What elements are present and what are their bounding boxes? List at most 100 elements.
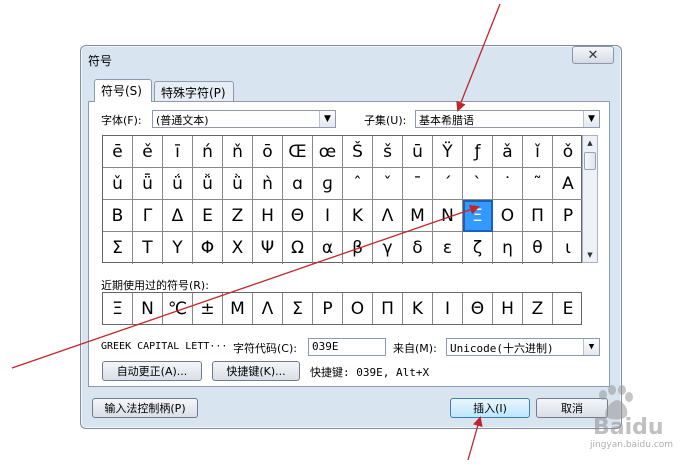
font-select[interactable]: (普通文本) ▼ [152, 110, 336, 128]
symbol-cell[interactable]: ń [193, 136, 223, 168]
symbol-cell[interactable]: γ [373, 232, 403, 264]
symbol-cell[interactable]: ǔ [103, 168, 133, 200]
symbol-cell[interactable]: Ζ [223, 200, 253, 232]
recent-symbol-cell[interactable]: Ζ [523, 293, 553, 324]
symbol-cell[interactable]: Ρ [553, 200, 583, 232]
recent-symbol-cell[interactable]: ℃ [163, 293, 193, 324]
symbol-cell[interactable]: Ν [433, 200, 463, 232]
symbol-cell[interactable]: Η [253, 200, 283, 232]
symbol-cell[interactable]: Γ [133, 200, 163, 232]
symbol-cell[interactable]: ˜ [523, 168, 553, 200]
symbol-cell[interactable]: ň [223, 136, 253, 168]
symbol-cell[interactable]: ǒ [553, 136, 583, 168]
symbol-cell[interactable]: Š [343, 136, 373, 168]
char-code-input[interactable]: 039E [308, 338, 386, 356]
baidu-watermark: Baidu jingyan.baidu.com [585, 385, 695, 450]
symbol-cell[interactable]: δ [403, 232, 433, 264]
subset-select-value: 基本希腊语 [419, 114, 474, 127]
symbol-cell[interactable]: ɡ [313, 168, 343, 200]
symbol-cell[interactable]: Ε [193, 200, 223, 232]
symbol-cell[interactable]: Θ [283, 200, 313, 232]
insert-button[interactable]: 插入(I) [450, 398, 530, 418]
recent-symbol-cell[interactable]: Π [373, 293, 403, 324]
symbol-cell[interactable]: ǐ [523, 136, 553, 168]
symbol-cell[interactable]: ē [103, 136, 133, 168]
symbol-cell[interactable]: ǖ [133, 168, 163, 200]
symbol-cell[interactable]: ǹ [253, 168, 283, 200]
symbol-cell[interactable]: Τ [133, 232, 163, 264]
symbol-cell[interactable]: ū [403, 136, 433, 168]
recent-symbol-cell[interactable]: Ξ [103, 293, 133, 324]
symbol-cell[interactable]: Π [523, 200, 553, 232]
symbol-cell[interactable]: Κ [343, 200, 373, 232]
scroll-up-icon[interactable]: ▲ [583, 136, 597, 150]
symbol-cell[interactable]: ˇ [373, 168, 403, 200]
symbol-cell[interactable]: Μ [403, 200, 433, 232]
symbol-cell[interactable]: Œ [283, 136, 313, 168]
symbol-cell[interactable]: ǎ [493, 136, 523, 168]
symbol-cell[interactable]: Α [553, 168, 583, 200]
recent-symbol-cell[interactable]: Η [493, 293, 523, 324]
symbol-cell[interactable]: ī [163, 136, 193, 168]
recent-symbol-cell[interactable]: Ρ [313, 293, 343, 324]
recent-symbol-cell[interactable]: Μ [223, 293, 253, 324]
close-button[interactable]: ✕ [572, 46, 614, 64]
symbol-cell[interactable]: ǘ [163, 168, 193, 200]
scroll-down-icon[interactable]: ▼ [583, 248, 597, 262]
shortcut-key-button[interactable]: 快捷键(K)... [212, 361, 300, 381]
symbol-cell[interactable]: Σ [103, 232, 133, 264]
tab-special-chars[interactable]: 特殊字符(P) [154, 81, 234, 101]
symbol-cell[interactable]: Λ [373, 200, 403, 232]
symbol-cell[interactable]: Ψ [253, 232, 283, 264]
watermark-subtext: jingyan.baidu.com [590, 440, 674, 450]
subset-select[interactable]: 基本希腊语 ▼ [415, 110, 600, 128]
symbol-cell[interactable]: ǚ [193, 168, 223, 200]
symbol-cell[interactable]: š [373, 136, 403, 168]
symbol-cell[interactable]: œ [313, 136, 343, 168]
from-select[interactable]: Unicode(十六进制) ▼ [446, 338, 600, 356]
recent-symbol-cell[interactable]: Λ [253, 293, 283, 324]
ime-control-button[interactable]: 输入法控制柄(P) [92, 398, 198, 418]
recent-symbol-cell[interactable]: Ι [433, 293, 463, 324]
symbol-cell[interactable]: ι [553, 232, 583, 264]
symbol-cell[interactable]: ˙ [493, 168, 523, 200]
symbol-cell[interactable]: ō [253, 136, 283, 168]
recent-symbol-cell[interactable]: Κ [403, 293, 433, 324]
symbol-cell[interactable]: ˋ [463, 168, 493, 200]
recent-symbol-cell[interactable]: Ν [133, 293, 163, 324]
scroll-thumb[interactable] [584, 152, 596, 170]
symbol-cell[interactable]: Ο [493, 200, 523, 232]
symbol-cell[interactable]: ƒ [463, 136, 493, 168]
symbol-cell[interactable]: Ι [313, 200, 343, 232]
tab-symbols-label: 符号(S) [101, 84, 142, 98]
symbol-cell[interactable]: ˆ [343, 168, 373, 200]
symbol-cell[interactable]: Β [103, 200, 133, 232]
symbol-cell[interactable]: ζ [463, 232, 493, 264]
symbol-cell[interactable]: η [493, 232, 523, 264]
recent-symbol-cell[interactable]: Ο [343, 293, 373, 324]
symbol-cell[interactable]: ɑ [283, 168, 313, 200]
symbol-cell[interactable]: ě [133, 136, 163, 168]
symbol-cell[interactable]: α [313, 232, 343, 264]
recent-symbol-cell[interactable]: ± [193, 293, 223, 324]
font-select-value: (普通文本) [156, 114, 209, 127]
recent-symbol-cell[interactable]: Σ [283, 293, 313, 324]
symbol-cell[interactable]: Ω [283, 232, 313, 264]
symbol-cell[interactable]: ˉ [403, 168, 433, 200]
recent-symbol-cell[interactable]: Θ [463, 293, 493, 324]
symbol-cell[interactable]: ε [433, 232, 463, 264]
tab-symbols[interactable]: 符号(S) [94, 79, 152, 102]
symbol-grid-scrollbar[interactable]: ▲ ▼ [582, 135, 598, 263]
symbol-cell[interactable]: Ÿ [433, 136, 463, 168]
symbol-cell[interactable]: ˊ [433, 168, 463, 200]
symbol-cell[interactable]: Υ [163, 232, 193, 264]
symbol-cell[interactable]: Φ [193, 232, 223, 264]
symbol-cell[interactable]: ǜ [223, 168, 253, 200]
symbol-cell[interactable]: Χ [223, 232, 253, 264]
symbol-cell[interactable]: β [343, 232, 373, 264]
recent-symbol-cell[interactable]: Ε [553, 293, 583, 324]
symbol-cell[interactable]: θ [523, 232, 553, 264]
symbol-cell[interactable]: Δ [163, 200, 193, 232]
autocorrect-button[interactable]: 自动更正(A)... [102, 361, 202, 381]
symbol-cell[interactable]: Ξ [463, 200, 493, 232]
